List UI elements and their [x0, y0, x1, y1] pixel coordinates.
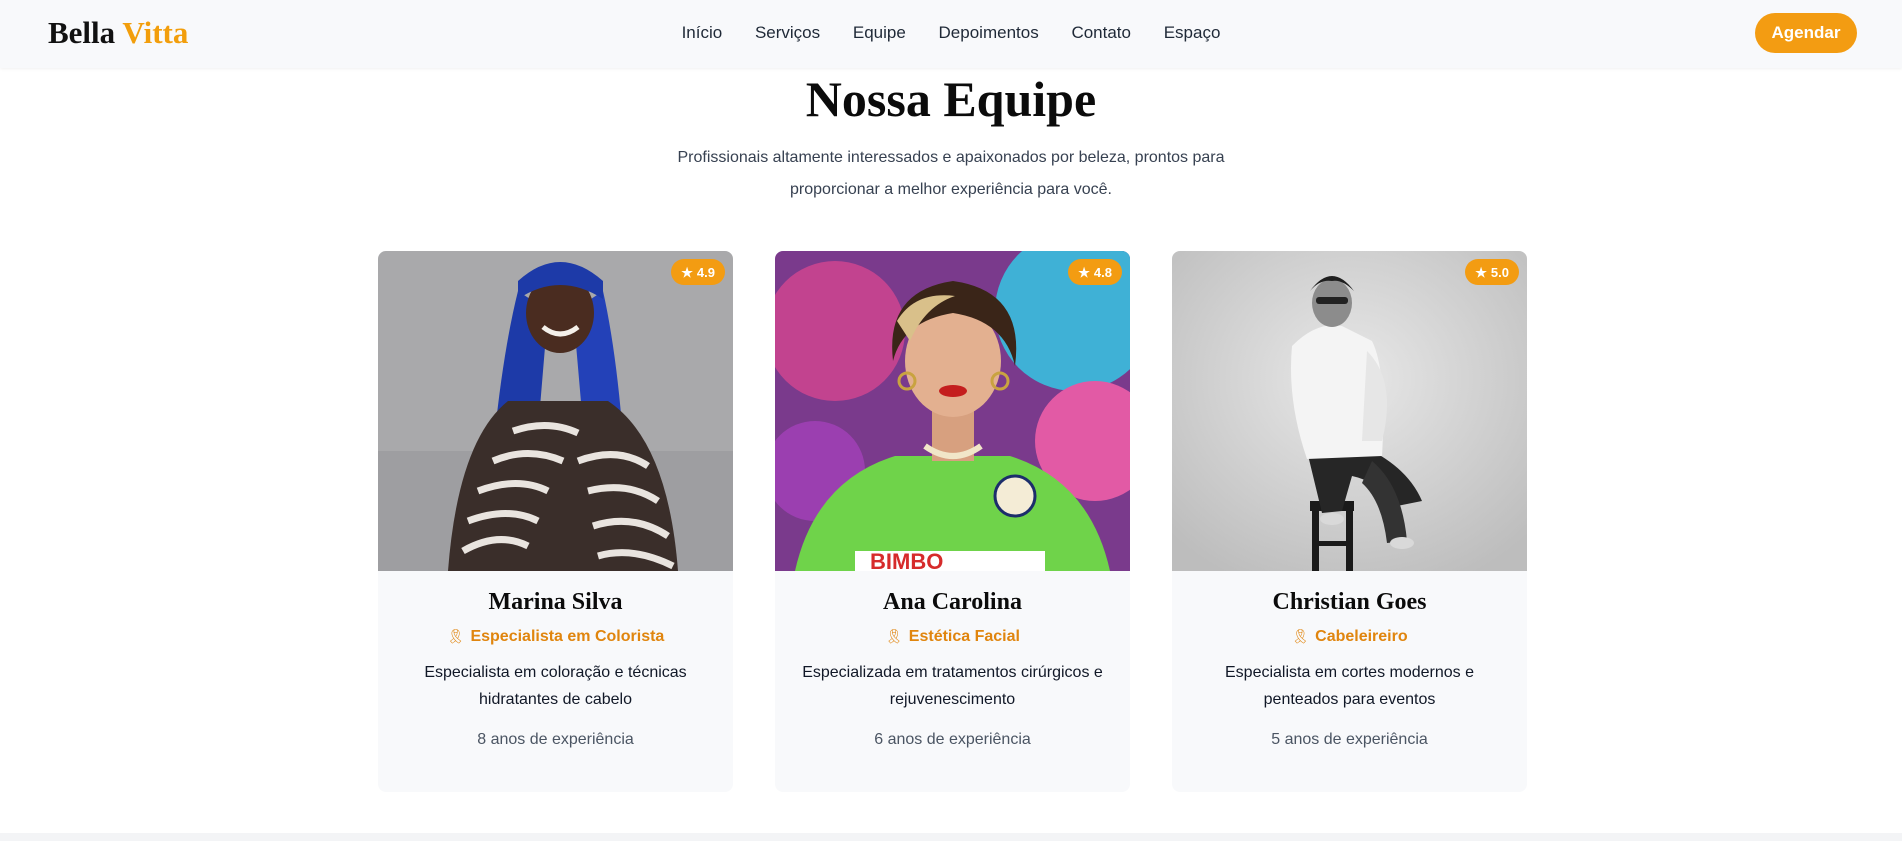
next-section-edge — [0, 833, 1902, 841]
nav-link-servicos[interactable]: Serviços — [755, 22, 820, 44]
rating-badge: ★ 4.9 — [671, 259, 725, 285]
photo-woman-blue-braids-icon — [378, 251, 733, 571]
section-title: Nossa Equipe — [805, 71, 1097, 127]
team-card-christian: ★ 5.0 Christian Goes 🎗 Cabeleireiro Espec… — [1172, 251, 1527, 792]
award-icon: 🎗 — [885, 628, 903, 644]
team-photo-christian: ★ 5.0 — [1172, 251, 1527, 571]
member-role: 🎗 Especialista em Colorista — [378, 625, 733, 648]
agendar-button[interactable]: Agendar — [1755, 13, 1857, 53]
member-role-label: Especialista em Colorista — [470, 628, 665, 645]
rating-value: 5.0 — [1490, 264, 1509, 280]
rating-value: 4.9 — [696, 264, 715, 280]
member-description: Especialista em coloração e técnicas hid… — [424, 664, 687, 708]
member-role-label: Estética Facial — [908, 628, 1020, 645]
member-experience: 8 anos de experiência — [477, 731, 634, 748]
member-experience: 6 anos de experiência — [874, 731, 1031, 748]
member-experience: 5 anos de experiência — [1271, 731, 1428, 748]
team-card-marina: ★ 4.9 Marina Silva 🎗 Especialista em Colo… — [378, 251, 733, 792]
member-name: Christian Goes — [1272, 589, 1427, 615]
star-icon: ★ — [681, 264, 693, 280]
award-icon: 🎗 — [1291, 628, 1310, 644]
member-description: Especializada em tratamentos cirúrgicos … — [802, 664, 1103, 708]
rating-value: 4.8 — [1093, 264, 1112, 280]
nav-link-inicio[interactable]: Início — [682, 22, 723, 44]
member-name: Ana Carolina — [883, 589, 1022, 615]
team-photo-ana: BIMBO ★ 4.8 — [775, 251, 1130, 571]
star-icon: ★ — [1475, 264, 1487, 280]
team-card-ana: BIMBO ★ 4.8 Ana Carolina 🎗 Estética Facia… — [775, 251, 1130, 792]
section-subtitle: Profissionais altamente interessados e a… — [677, 149, 1225, 198]
navbar: Bella Vitta Início Serviços Equipe Depoi… — [0, 0, 1902, 68]
photo-man-on-stool-icon — [1172, 251, 1527, 571]
nav-link-contato[interactable]: Contato — [1071, 22, 1131, 44]
member-role: 🎗 Cabeleireiro — [1172, 625, 1527, 648]
main-nav: Início Serviços Equipe Depoimentos Conta… — [0, 22, 1902, 44]
nav-link-espaco[interactable]: Espaço — [1164, 22, 1221, 44]
star-icon: ★ — [1078, 264, 1090, 280]
rating-badge: ★ 4.8 — [1068, 259, 1122, 285]
member-role-label: Cabeleireiro — [1315, 628, 1408, 645]
svg-text:BIMBO: BIMBO — [870, 549, 943, 571]
member-role: 🎗 Estética Facial — [775, 625, 1130, 648]
award-icon: 🎗 — [446, 628, 465, 644]
member-description: Especialista em cortes modernos e pentea… — [1225, 664, 1474, 708]
nav-link-depoimentos[interactable]: Depoimentos — [939, 22, 1039, 44]
rating-badge: ★ 5.0 — [1465, 259, 1519, 285]
team-photo-marina: ★ 4.9 — [378, 251, 733, 571]
nav-link-equipe[interactable]: Equipe — [853, 22, 906, 44]
photo-woman-green-jersey-icon: BIMBO — [775, 251, 1130, 571]
member-name: Marina Silva — [488, 589, 623, 615]
